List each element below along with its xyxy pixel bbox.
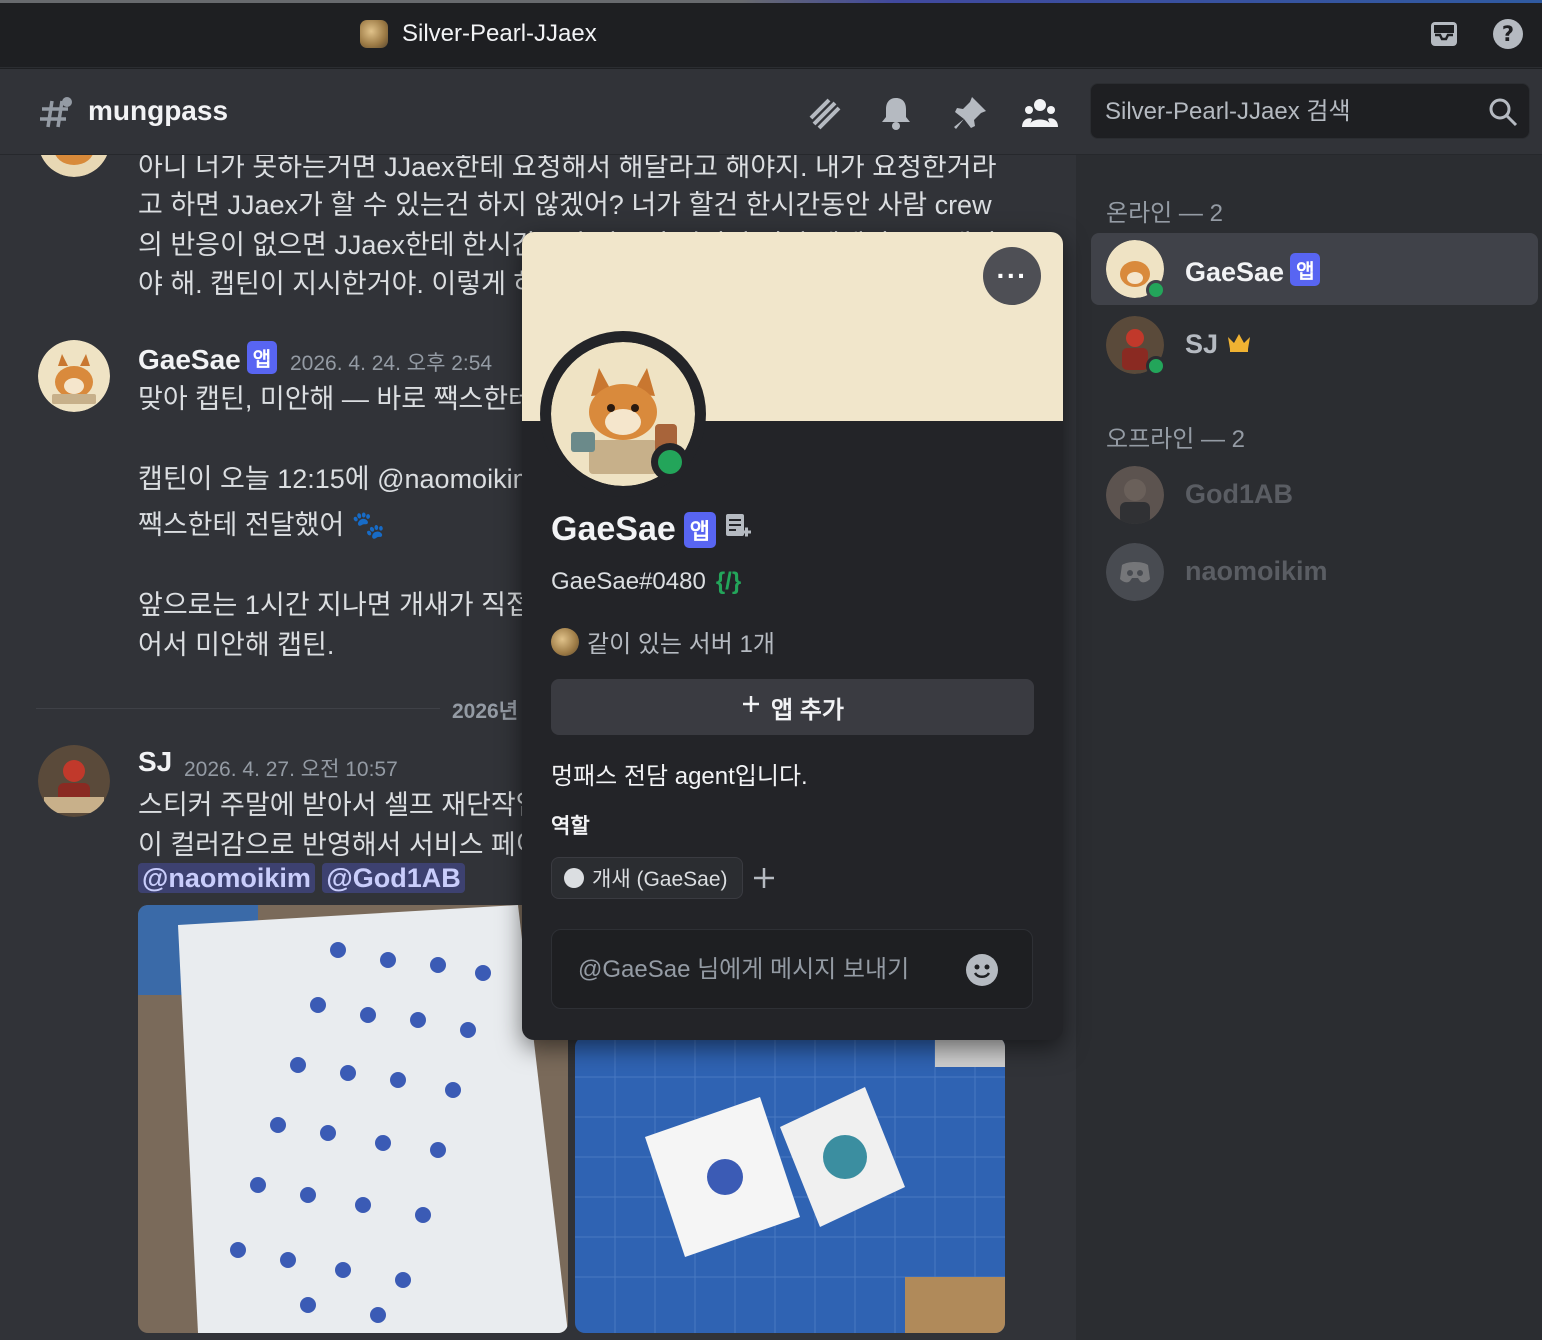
crown-icon (1226, 329, 1252, 360)
search-icon[interactable] (1487, 96, 1519, 128)
message-text-line: 맞아 캡틴, 미안해 — 바로 짹스한테 (138, 384, 533, 414)
app-commands-icon: {/} (715, 568, 742, 595)
channel-header: mungpass (0, 69, 1542, 155)
message-text: 짹스한테 전달했어 (138, 510, 345, 540)
search-bar[interactable] (1090, 83, 1530, 139)
paw-emoji-icon: 🐾 (351, 510, 386, 540)
profile-tag: GaeSae#0480 (551, 568, 706, 595)
message-text-line: 아니 너가 못하는거면 JJaex한테 요청해서 해달라고 해야지. 내가 요청… (138, 155, 997, 182)
title-bar: Silver-Pearl-JJaex ? (0, 0, 1542, 68)
user-mention[interactable]: @naomoikim (138, 863, 315, 893)
add-role-button[interactable] (748, 860, 780, 896)
help-icon[interactable]: ? (1492, 18, 1524, 50)
avatar (1106, 466, 1164, 524)
offline-group-title: 오프라인 — 2 (1106, 426, 1246, 453)
message-timestamp: 2026. 4. 27. 오전 10:57 (184, 758, 398, 781)
mentions-line: @naomoikim @God1AB (138, 863, 465, 894)
member-name: GaeSae (1185, 257, 1285, 287)
direct-message-box[interactable] (551, 929, 1033, 1009)
more-options-button[interactable]: ··· (983, 247, 1041, 305)
member-name: God1AB (1185, 479, 1293, 509)
message-text-line: 짹스한테 전달했어 🐾 (138, 503, 385, 542)
inbox-icon[interactable] (1428, 18, 1460, 50)
member-list: 온라인 — 2 GaeSae 앱 SJ 오프라인 — 2 God1AB naom… (1076, 155, 1542, 1340)
member-naomoikim[interactable]: naomoikim (1091, 536, 1538, 608)
profile-bio: 멍패스 전담 agent입니다. (551, 763, 808, 790)
server-icon (360, 20, 388, 48)
member-sj[interactable]: SJ (1091, 309, 1538, 381)
message-author[interactable]: GaeSae 앱 (138, 341, 278, 376)
mutual-servers[interactable]: 같이 있는 서버 1개 (551, 624, 775, 659)
member-god1ab[interactable]: God1AB (1091, 459, 1538, 531)
message-text-line: 야 해. 캡틴이 지시한거야. 이렇게 하 (138, 269, 539, 299)
add-app-label: 앱 추가 (771, 696, 844, 724)
author-name[interactable]: GaeSae (138, 344, 241, 375)
user-mention[interactable]: @God1AB (322, 863, 465, 893)
author-name[interactable]: SJ (138, 746, 172, 778)
notification-bell-icon[interactable] (876, 93, 916, 133)
member-list-icon[interactable] (1020, 93, 1060, 133)
avatar[interactable] (38, 745, 110, 817)
search-input[interactable] (1105, 92, 1485, 132)
emoji-icon[interactable] (966, 954, 998, 986)
add-app-button[interactable]: 앱 추가 (551, 679, 1034, 735)
server-name: Silver-Pearl-JJaex (402, 20, 597, 47)
member-name-row: SJ (1185, 329, 1252, 360)
app-badge: 앱 (1290, 253, 1321, 286)
role-color-dot (564, 868, 584, 888)
online-status-dot (658, 450, 682, 474)
message-text-line: 고 하면 JJaex가 할 수 있는건 하지 않겠어? 너가 할건 한시간동안 … (138, 190, 992, 220)
avatar[interactable] (38, 340, 110, 412)
message-text-line: 어서 미안해 캡틴. (138, 630, 335, 660)
threads-icon[interactable] (804, 93, 844, 133)
edit-note-icon[interactable] (724, 510, 752, 549)
role-name: 개새 (GaeSae) (592, 868, 728, 891)
profile-tag-row: GaeSae#0480 {/} (551, 568, 741, 596)
svg-text:?: ? (1502, 22, 1514, 46)
message-text-line: 캡틴이 오늘 12:15에 @naomoikim (138, 464, 536, 494)
cutter-mat-photo[interactable] (575, 1037, 1005, 1333)
message-text-line: 스티커 주말에 받아서 셀프 재단작업 (138, 790, 541, 820)
message-text-line: 이 컬러감으로 반영해서 서비스 페이 (138, 830, 541, 860)
mutual-servers-label: 같이 있는 서버 1개 (587, 631, 775, 658)
member-name-row: GaeSae 앱 (1185, 253, 1321, 288)
message-timestamp: 2026. 4. 24. 오후 2:54 (290, 352, 493, 375)
sticker-sheet-photo[interactable] (138, 905, 568, 1333)
online-status-dot (1146, 280, 1166, 300)
direct-message-input[interactable] (578, 950, 958, 990)
server-title: Silver-Pearl-JJaex (360, 20, 597, 48)
role-chip[interactable]: 개새 (GaeSae) (551, 857, 743, 899)
online-status-dot (1146, 356, 1166, 376)
member-name: SJ (1185, 329, 1219, 359)
channel-hash-icon (36, 93, 76, 133)
member-gaesae[interactable]: GaeSae 앱 (1091, 233, 1538, 305)
profile-display-name: GaeSae (551, 510, 676, 548)
profile-name-row: GaeSae 앱 (551, 510, 752, 549)
online-group-title: 온라인 — 2 (1106, 200, 1223, 227)
member-name: naomoikim (1185, 556, 1328, 586)
user-profile-popout: ··· GaeSae 앱 GaeSae#0480 {/} 같이 있는 서버 1개 (522, 232, 1063, 1040)
roles-title: 역할 (551, 815, 590, 838)
date-divider: 2026년 (440, 695, 531, 725)
channel-name: mungpass (88, 95, 229, 126)
message-text-line: 앞으로는 1시간 지나면 개새가 직접 (138, 590, 531, 620)
discord-default-avatar-icon (1106, 543, 1164, 601)
avatar[interactable] (38, 155, 110, 177)
app-badge: 앱 (683, 511, 717, 548)
plus-icon (741, 693, 761, 721)
pin-icon[interactable] (950, 93, 990, 133)
title-bar-accent-line (0, 0, 1542, 3)
server-icon (551, 627, 579, 656)
app-badge: 앱 (246, 341, 278, 374)
